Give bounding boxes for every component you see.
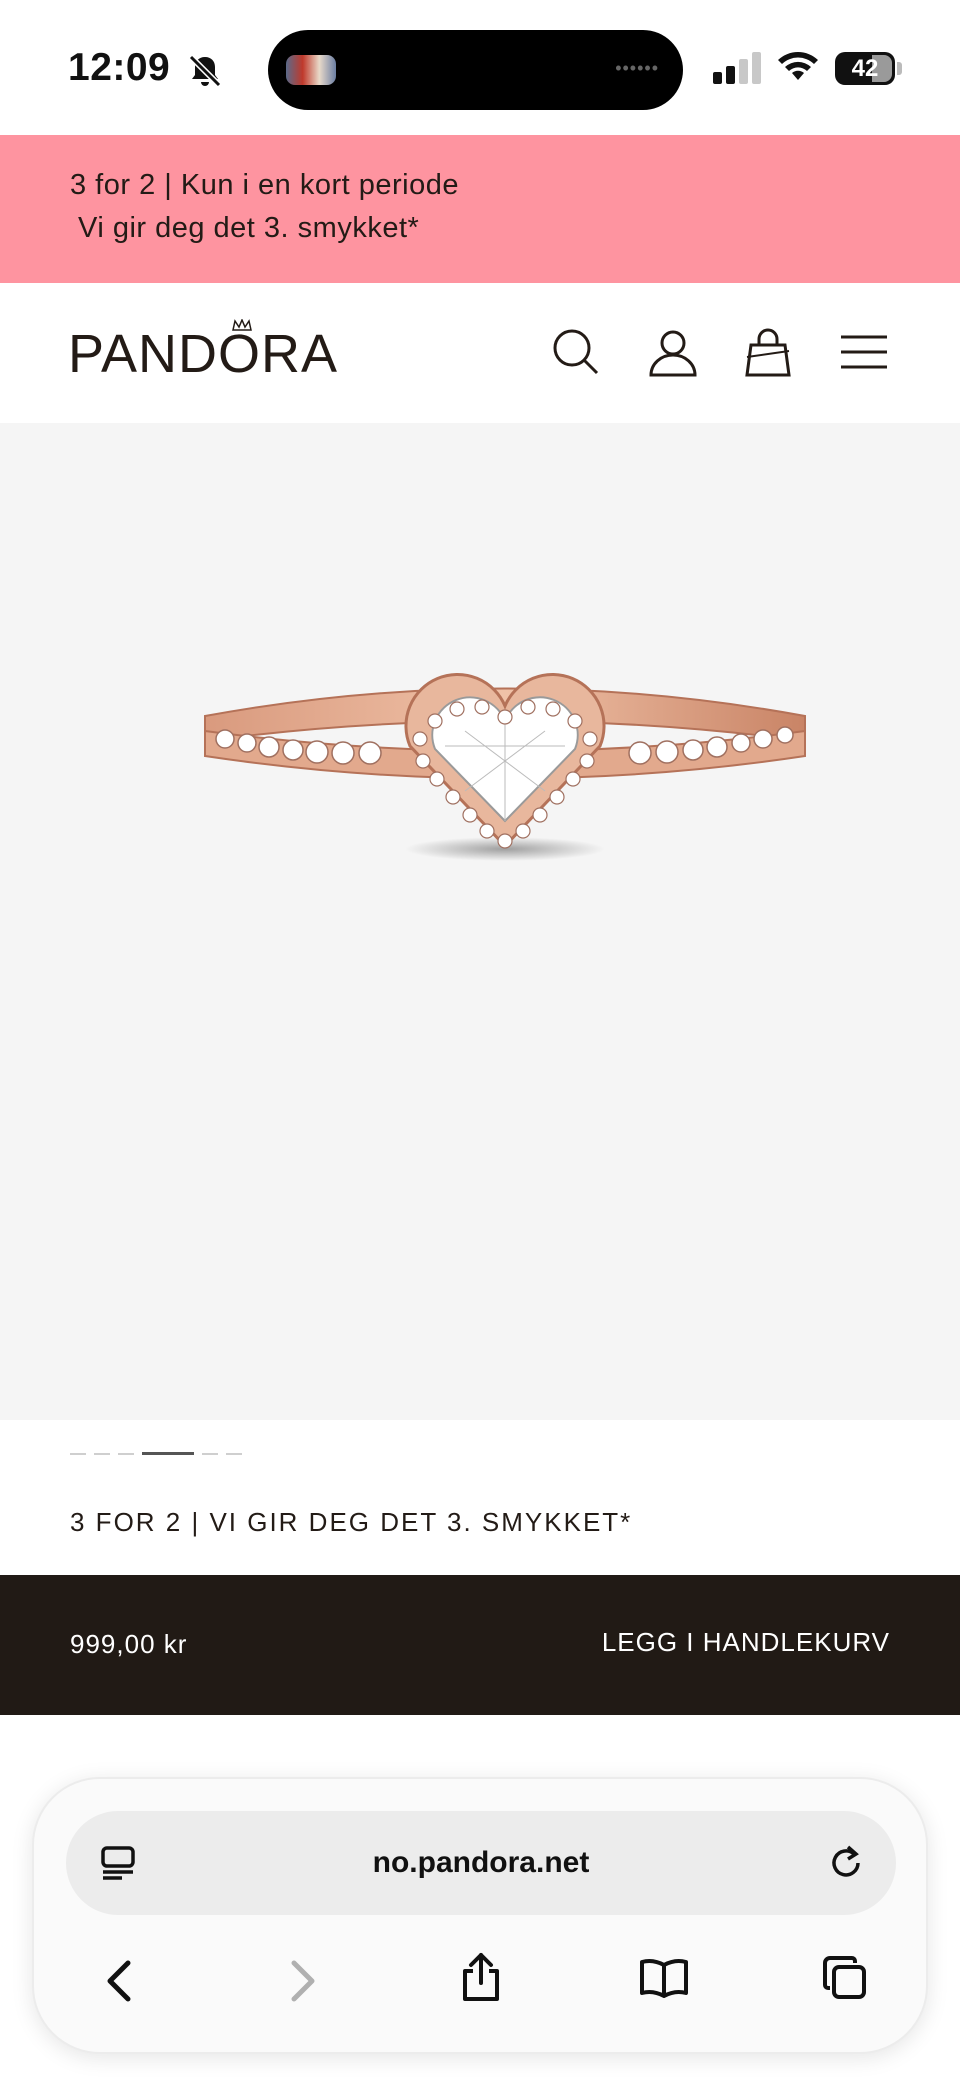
buy-bar: 999,00 kr LEGG I HANDLEKURV [0, 1575, 960, 1715]
waveform-icon: •••••• [615, 58, 659, 78]
promo-line-1: 3 for 2 | Kun i en kort periode [70, 169, 459, 201]
battery-icon: 42 [835, 52, 895, 85]
carousel-dot[interactable] [70, 1453, 86, 1455]
status-time: 12:09 [68, 46, 171, 89]
product-price: 999,00 kr [70, 1629, 188, 1659]
crown-icon [232, 319, 252, 331]
wifi-icon [778, 52, 818, 80]
signal-icon [713, 52, 761, 84]
live-activity-thumbnail [286, 55, 336, 85]
menu-icon[interactable] [839, 327, 889, 377]
carousel-indicators [70, 1452, 242, 1456]
battery-tip [897, 62, 902, 75]
carousel-dot-active[interactable] [142, 1452, 194, 1455]
page: 12:09 •••••• 42 3 for 2 | Kun i en kort … [0, 0, 960, 2086]
bell-slash-icon [188, 54, 222, 88]
bookmarks-icon[interactable] [639, 1957, 689, 1999]
status-bar: 12:09 •••••• 42 [0, 0, 960, 135]
reload-icon[interactable] [826, 1843, 866, 1883]
add-to-cart-button[interactable]: LEGG I HANDLEKURV [602, 1627, 890, 1658]
product-image-carousel[interactable] [0, 423, 960, 1420]
battery-level: 42 [851, 55, 879, 82]
site-header: PANDORA [0, 283, 960, 423]
tabs-icon[interactable] [822, 1955, 868, 2001]
forward-icon[interactable] [286, 1959, 320, 2003]
back-icon[interactable] [102, 1959, 136, 2003]
product-image [204, 673, 806, 861]
pandora-logo[interactable]: PANDORA [68, 323, 338, 385]
dynamic-island[interactable]: •••••• [268, 30, 683, 110]
browser-toolbar: no.pandora.net [32, 1777, 928, 2054]
share-icon[interactable] [459, 1951, 503, 2003]
carousel-dot[interactable] [202, 1453, 218, 1455]
url-text: no.pandora.net [372, 1846, 590, 1879]
promo-banner[interactable]: 3 for 2 | Kun i en kort periode Vi gir d… [0, 135, 960, 283]
carousel-dot[interactable] [118, 1453, 134, 1455]
carousel-dot[interactable] [226, 1453, 242, 1455]
shopping-bag-icon[interactable] [743, 327, 793, 377]
carousel-dot[interactable] [94, 1453, 110, 1455]
account-icon[interactable] [648, 327, 698, 377]
offer-text: 3 FOR 2 | VI GIR DEG DET 3. SMYKKET* [70, 1507, 633, 1537]
search-icon[interactable] [551, 327, 601, 377]
address-bar[interactable]: no.pandora.net [66, 1811, 896, 1915]
promo-line-2: Vi gir deg det 3. smykket* [78, 212, 420, 244]
